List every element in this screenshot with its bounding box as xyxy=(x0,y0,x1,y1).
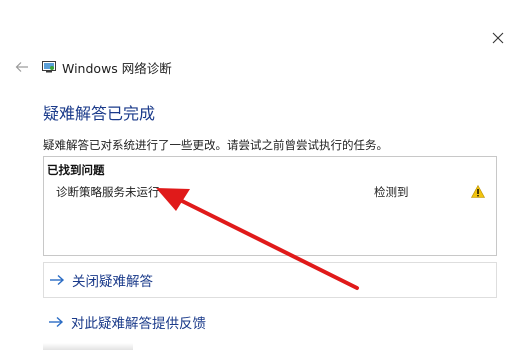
problem-name: 诊断策略服务未运行 xyxy=(56,185,160,199)
close-icon xyxy=(492,32,504,44)
close-button[interactable] xyxy=(488,28,505,48)
page-title: 疑难解答已完成 xyxy=(43,104,156,123)
back-button[interactable] xyxy=(14,59,30,75)
problems-header: 已找到问题 xyxy=(47,163,105,177)
network-diagnostics-icon xyxy=(42,61,56,73)
warning-icon xyxy=(471,185,485,198)
problem-row[interactable]: 诊断策略服务未运行 检测到 xyxy=(44,182,496,204)
title-bar: Windows 网络诊断 xyxy=(14,57,172,77)
close-troubleshooter-label: 关闭疑难解答 xyxy=(72,274,153,290)
feedback-link[interactable]: 对此疑难解答提供反馈 xyxy=(43,306,206,338)
description-text: 疑难解答已对系统进行了一些更改。请尝试之前曾尝试执行的任务。 xyxy=(43,138,388,152)
arrow-right-icon xyxy=(50,274,65,286)
feedback-label: 对此疑难解答提供反馈 xyxy=(71,316,206,332)
back-arrow-icon xyxy=(15,62,28,72)
scroll-fade xyxy=(43,343,133,350)
close-troubleshooter-link[interactable]: 关闭疑难解答 xyxy=(43,262,497,298)
problem-status: 检测到 xyxy=(374,185,409,199)
problems-panel: 已找到问题 诊断策略服务未运行 检测到 xyxy=(43,156,497,256)
app-title: Windows 网络诊断 xyxy=(62,60,172,76)
arrow-right-icon xyxy=(49,316,64,328)
